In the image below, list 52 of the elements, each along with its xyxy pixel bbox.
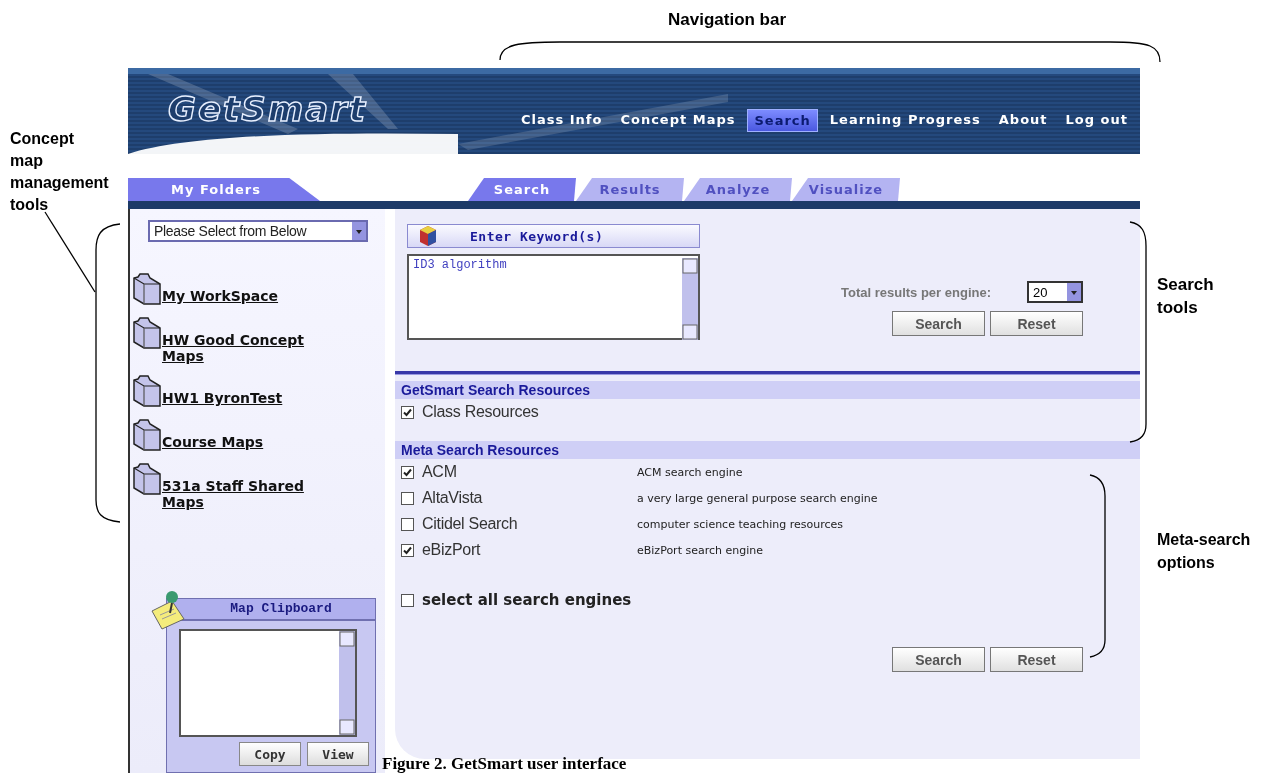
clipboard-field[interactable] — [179, 629, 357, 737]
checkbox[interactable] — [401, 405, 414, 419]
clipboard-button[interactable]: View — [307, 742, 369, 766]
nav-link[interactable]: About — [992, 108, 1054, 132]
checkbox[interactable] — [401, 465, 414, 479]
callout-label: Search tools — [1157, 274, 1214, 319]
results-label: Total results per engine: — [841, 284, 991, 300]
folder-link[interactable]: HW1 ByronTest — [162, 390, 330, 406]
folder-link[interactable]: My WorkSpace — [162, 288, 330, 304]
logo: GetSmart — [168, 89, 368, 129]
clipboard-button[interactable]: Copy — [239, 742, 301, 766]
nav-link[interactable]: Learning Progress — [823, 108, 987, 132]
search-form-button[interactable]: Search — [892, 647, 985, 672]
checkbox-label: Class Resources — [422, 403, 539, 421]
checkbox[interactable] — [401, 543, 414, 557]
engine-description: computer science teaching resources — [637, 517, 844, 531]
results-select[interactable]: 20 — [1027, 281, 1083, 303]
clipboard-title: Map Clipboard — [167, 599, 375, 621]
checkbox[interactable] — [401, 517, 414, 531]
keyword-field[interactable]: ID3 algorithm — [407, 254, 700, 340]
callout-label: Concept map management tools — [10, 129, 109, 215]
scrollbar[interactable] — [339, 631, 355, 735]
figure-caption: Figure 2. GetSmart user interface — [382, 754, 627, 773]
search-form-button[interactable]: Reset — [990, 647, 1083, 672]
folder-link[interactable]: Course Maps — [162, 434, 330, 450]
nav-link[interactable]: Search — [747, 108, 818, 132]
tab[interactable]: Search — [468, 178, 576, 201]
callout-label: Navigation bar — [668, 9, 787, 31]
engine-description: ACM search engine — [637, 465, 743, 479]
engine-name: Citidel Search — [422, 515, 518, 533]
keyword-title: Enter Keyword(s) — [470, 228, 604, 244]
engine-description: eBizPort search engine — [637, 543, 763, 557]
folder-tab[interactable]: My Folders — [128, 178, 320, 201]
checkbox[interactable] — [401, 593, 414, 607]
section-header: GetSmart Search Resources — [395, 381, 1140, 399]
engine-description: a very large general purpose search engine — [637, 491, 878, 505]
folder-link[interactable]: HW Good Concept Maps — [162, 332, 330, 364]
search-form-button[interactable]: Reset — [990, 311, 1083, 336]
checkbox-label: select all search engines — [422, 591, 632, 609]
scrollbar[interactable] — [682, 258, 698, 340]
nav-link[interactable]: Concept Maps — [614, 108, 742, 132]
engine-name: eBizPort — [422, 541, 481, 559]
section-header: Meta Search Resources — [395, 441, 1140, 459]
nav-link[interactable]: Log out — [1059, 108, 1134, 132]
folder-link[interactable]: 531a Staff Shared Maps — [162, 478, 330, 510]
engine-name: AltaVista — [422, 489, 483, 507]
checkbox[interactable] — [401, 491, 414, 505]
folder-select[interactable]: Please Select from Below — [148, 220, 368, 242]
engine-name: ACM — [422, 463, 457, 481]
nav-link[interactable]: Class Info — [514, 108, 609, 132]
search-form-button[interactable]: Search — [892, 311, 985, 336]
callout-label: Meta-search options — [1157, 530, 1252, 573]
